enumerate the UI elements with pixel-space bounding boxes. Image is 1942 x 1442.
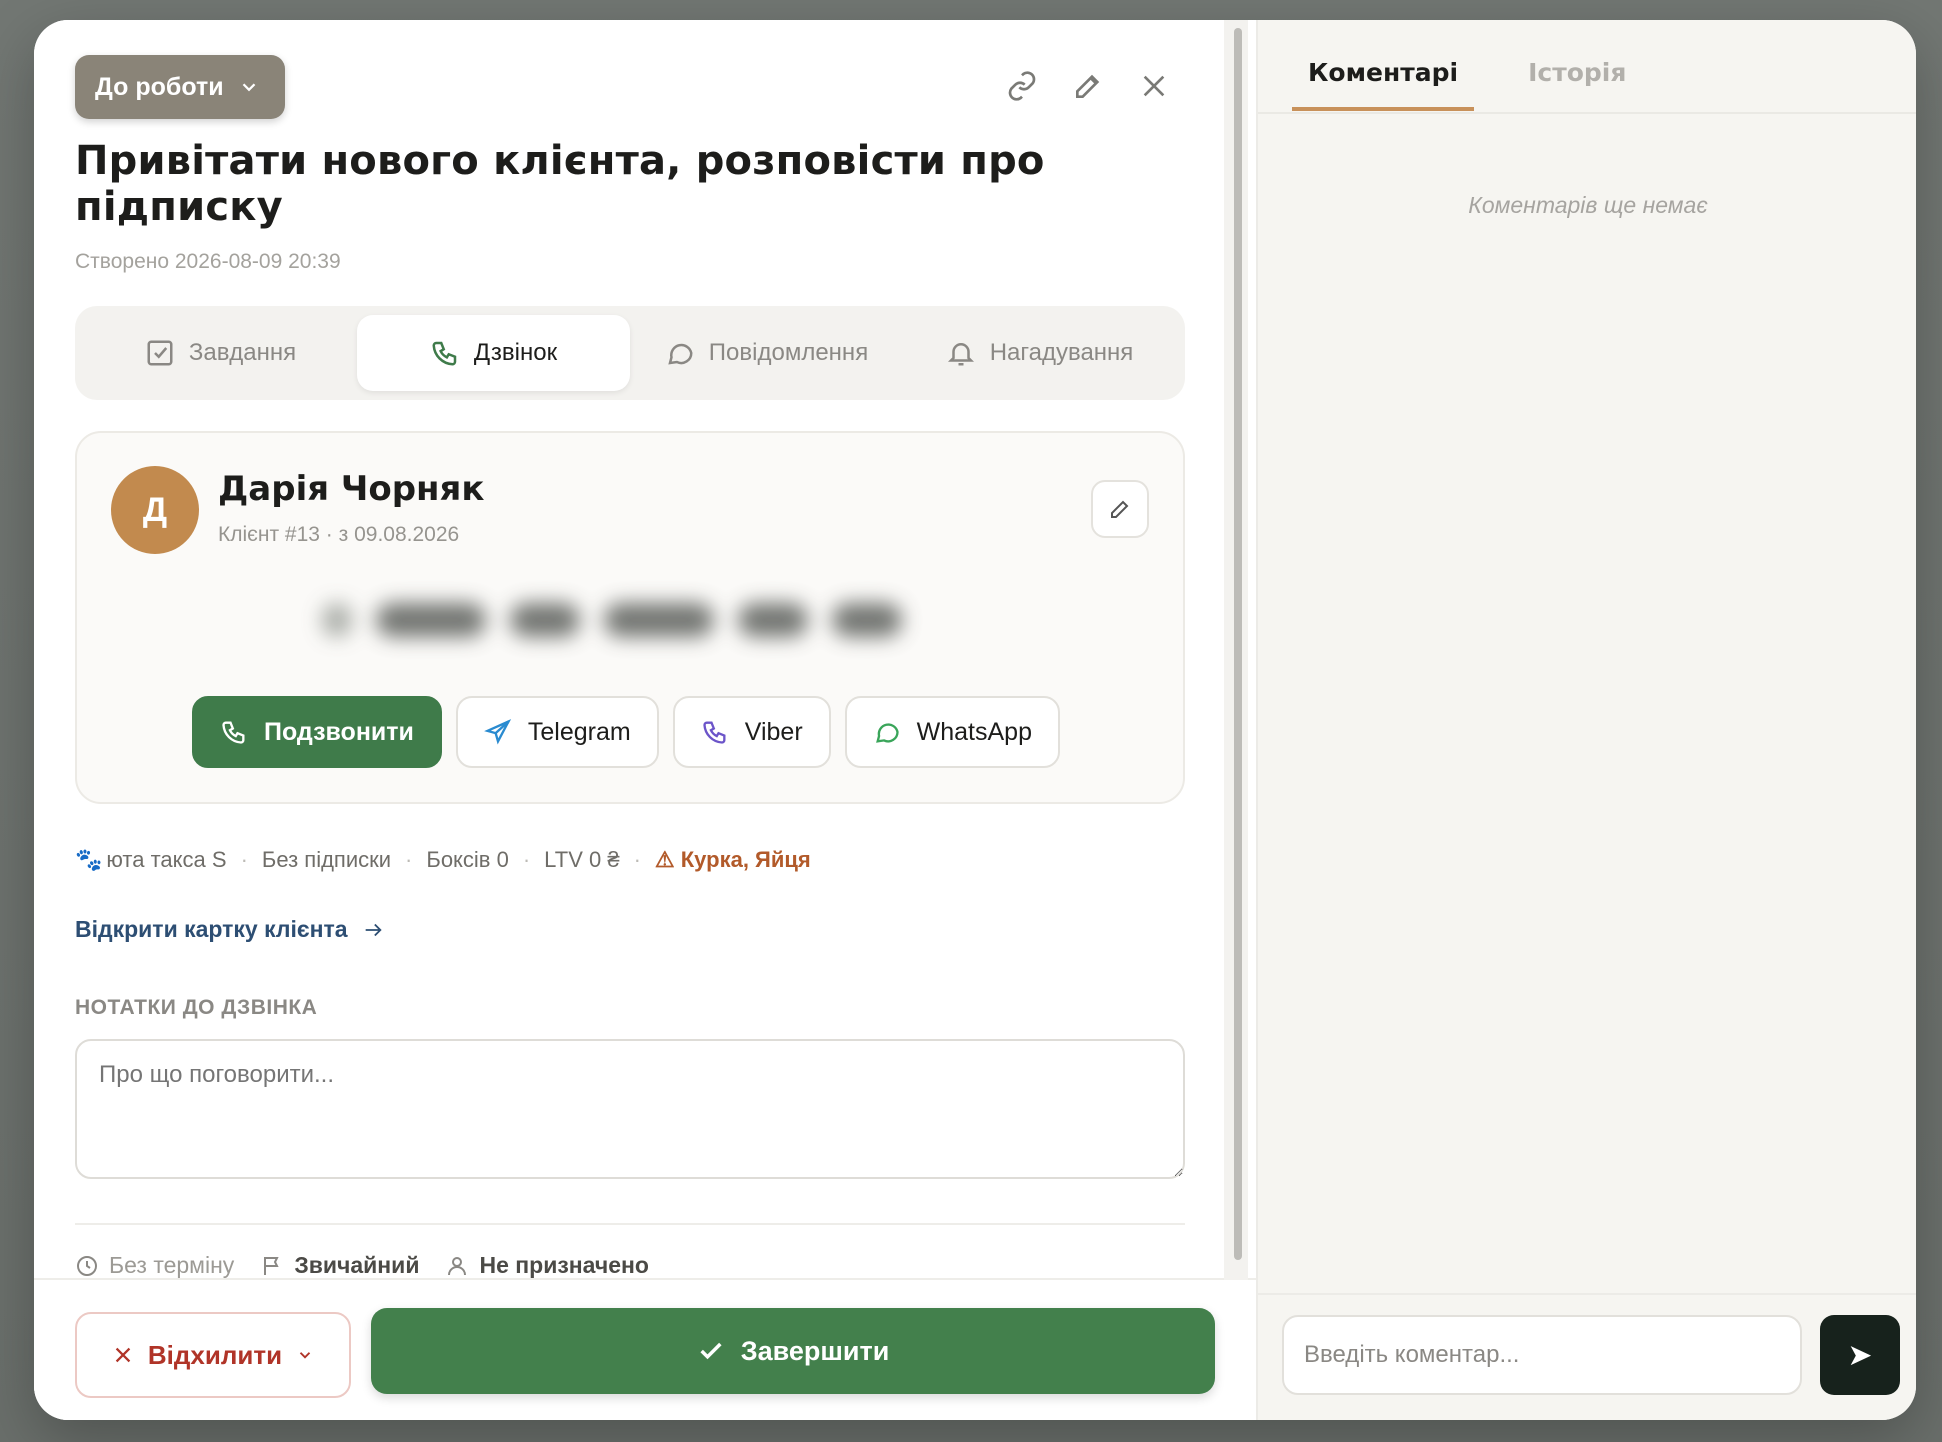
phone-number-blurred [302, 585, 962, 655]
client-name: Дарія Чорняк [218, 469, 485, 509]
contact-actions: Подзвонити Telegram Viber WhatsApp [192, 696, 1060, 768]
tab-reminder-label: Нагадування [989, 339, 1134, 366]
pet-breed: юта такса S [106, 847, 227, 872]
tab-history[interactable]: Історія [1512, 58, 1642, 111]
close-button[interactable] [1136, 68, 1172, 104]
user-icon [448, 1256, 467, 1275]
open-client-card-link[interactable]: Відкрити картку клієнта [75, 916, 384, 943]
created-date: Створено 2026-08-09 20:39 [75, 250, 341, 273]
edit-button[interactable] [1070, 68, 1106, 104]
viber-button[interactable]: Viber [672, 696, 831, 768]
priority-label: Звичайний [294, 1252, 420, 1278]
telegram-label: Telegram [527, 717, 631, 746]
client-card: Д Дарія Чорняк Клієнт #13 · з 09.08.2026… [75, 431, 1185, 804]
call-label: Подзвонити [264, 717, 414, 746]
tab-reminder[interactable]: Нагадування [903, 315, 1176, 391]
ltv-value: LTV 0 ₴ [544, 847, 620, 872]
whatsapp-label: WhatsApp [916, 717, 1032, 746]
task-title: Привітати нового клієнта, розповісти про… [75, 138, 1045, 230]
reject-button[interactable]: Відхилити [75, 1312, 351, 1398]
comment-input[interactable]: Введіть коментар... [1282, 1315, 1802, 1395]
call-button[interactable]: Подзвонити [192, 696, 442, 768]
separator: · [522, 847, 531, 872]
task-footer: Відхилити Завершити [34, 1278, 1264, 1420]
complete-button[interactable]: Завершити [371, 1308, 1215, 1394]
chevron-down-icon [299, 1352, 311, 1359]
tab-call[interactable]: Дзвінок [357, 315, 630, 391]
close-icon [115, 1347, 131, 1363]
allergy-warning: ⚠ Курка, Яйця [654, 847, 811, 872]
telegram-icon [483, 719, 512, 745]
boxes-count: Боксів 0 [426, 847, 509, 872]
chevron-down-icon [242, 83, 255, 92]
clock-icon [77, 1255, 97, 1276]
complete-label: Завершити [740, 1335, 890, 1366]
status-dropdown[interactable]: До роботи [75, 55, 285, 119]
task-properties: Без терміну Звичайний Не призначено [75, 1252, 649, 1279]
arrow-right-icon [365, 923, 382, 936]
assignee-label: Не призначено [479, 1252, 649, 1278]
task-modal: До роботи Привітати нового клієнта, розп… [34, 20, 1916, 1420]
deadline-label: Без терміну [109, 1252, 235, 1278]
priority-property[interactable]: Звичайний [260, 1252, 419, 1279]
send-icon: ➤ [1847, 1338, 1873, 1372]
reject-label: Відхилити [147, 1339, 283, 1370]
deadline-property[interactable]: Без терміну [75, 1252, 234, 1279]
client-subtitle: Клієнт #13 · з 09.08.2026 [218, 523, 460, 546]
tab-comments[interactable]: Коментарі [1292, 58, 1475, 111]
pencil-icon [1076, 74, 1100, 98]
viber-label: Viber [744, 717, 803, 746]
separator: · [633, 847, 641, 872]
separator: · [240, 847, 248, 872]
status-label: До роботи [95, 72, 224, 101]
phone-icon [432, 341, 457, 366]
call-notes-field[interactable] [75, 1039, 1185, 1179]
comments-panel: Коментарі Історія Коментарів ще немає Вв… [1256, 20, 1916, 1420]
tab-message-label: Повідомлення [708, 339, 869, 366]
link-icon [1008, 71, 1036, 101]
tab-call-label: Дзвінок [473, 339, 558, 366]
tab-message[interactable]: Повідомлення [630, 315, 903, 391]
pencil-icon [1111, 500, 1129, 518]
header-actions [1004, 68, 1172, 104]
open-client-card-label: Відкрити картку клієнта [75, 916, 348, 942]
whatsapp-button[interactable]: WhatsApp [844, 696, 1060, 768]
flag-icon [264, 1256, 279, 1275]
divider [75, 1223, 1185, 1225]
task-type-tabs: Завдання Дзвінок Повідомлення Нагадуванн… [75, 306, 1185, 400]
avatar: Д [111, 466, 199, 554]
task-panel: До роботи Привітати нового клієнта, розп… [34, 20, 1264, 1420]
assignee-property[interactable]: Не призначено [445, 1252, 649, 1279]
send-button[interactable]: ➤ [1820, 1315, 1900, 1395]
telegram-button[interactable]: Telegram [455, 696, 659, 768]
whatsapp-icon [875, 723, 899, 743]
edit-client-button[interactable] [1091, 480, 1149, 538]
empty-comments-message: Коментарів ще немає [1468, 192, 1708, 218]
viber-icon [703, 721, 726, 744]
checkbox-icon [147, 340, 173, 366]
divider [1258, 112, 1916, 114]
subscription-status: Без підписки [261, 847, 392, 872]
separator: · [405, 847, 413, 872]
phone-icon [222, 721, 245, 744]
tab-task[interactable]: Завдання [84, 315, 357, 391]
scrollbar-thumb[interactable] [1234, 28, 1242, 1260]
tab-task-label: Завдання [188, 339, 297, 366]
message-icon [668, 343, 693, 365]
client-meta: 🐾 юта такса S · Без підписки · Боксів 0 … [75, 847, 811, 873]
link-button[interactable] [1004, 68, 1040, 104]
bell-icon [947, 343, 974, 366]
comment-composer: Введіть коментар... ➤ [1258, 1293, 1916, 1420]
paw-icon: 🐾 [75, 847, 103, 872]
check-icon [700, 1342, 722, 1360]
side-tabs: Коментарі Історія [1292, 58, 1642, 111]
close-icon [1143, 75, 1165, 97]
notes-label: НОТАТКИ ДО ДЗВІНКА [75, 996, 318, 1019]
